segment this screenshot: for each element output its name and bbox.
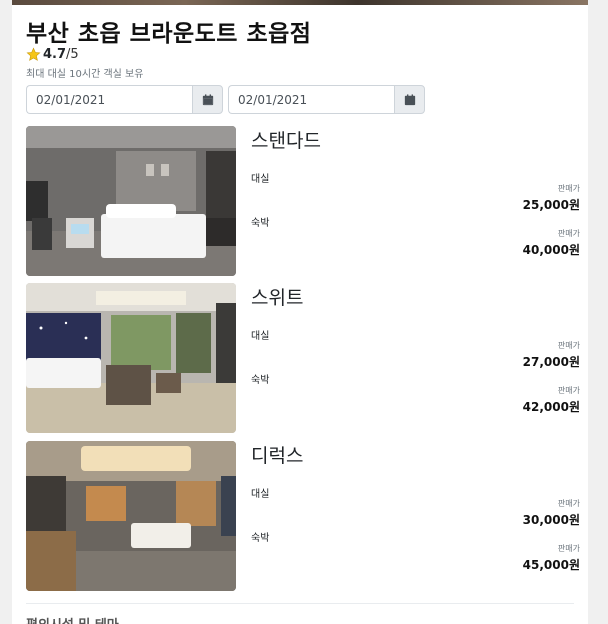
checkin-date-input[interactable]	[26, 85, 192, 114]
room-photo-deluxe[interactable]	[26, 441, 236, 591]
price-night: 45,000원	[522, 558, 580, 572]
stay-type-day: 대실	[251, 489, 270, 500]
price-label: 판매가	[557, 544, 580, 553]
price-night: 42,000원	[522, 400, 580, 414]
hero-image-edge	[12, 0, 588, 5]
checkout-date-input[interactable]	[228, 85, 394, 114]
stay-type-day: 대실	[251, 174, 270, 185]
room-name: 스위트	[251, 287, 304, 309]
room-photo-standard[interactable]	[26, 126, 236, 276]
price-day: 25,000원	[522, 198, 580, 212]
price-label: 판매가	[557, 386, 580, 395]
room-photo-suite[interactable]	[26, 283, 236, 433]
checkout-date-group	[228, 85, 425, 114]
price-day: 30,000원	[522, 513, 580, 527]
checkin-calendar-button[interactable]	[192, 85, 223, 114]
stay-type-day: 대실	[251, 331, 270, 342]
checkin-date-group	[26, 85, 223, 114]
hotel-detail-card: 부산 초읍 브라운도트 초읍점 4.7 /5 최대 대실 10시간 객실 보유	[12, 0, 588, 624]
room-card-suite[interactable]: 스위트 대실 판매가 27,000원 숙박 판매가 42,000원	[26, 283, 582, 433]
price-day: 27,000원	[522, 355, 580, 369]
stay-type-night: 숙박	[251, 375, 270, 386]
room-name: 스탠다드	[251, 130, 321, 152]
rating-score: 4.7	[43, 47, 67, 62]
price-label: 판매가	[557, 499, 580, 508]
room-card-standard[interactable]: 스탠다드 대실 판매가 25,000원 숙박 판매가 40,000원	[26, 126, 582, 276]
hotel-name: 부산 초읍 브라운도트 초읍점	[26, 21, 312, 47]
room-name: 디럭스	[251, 445, 304, 467]
calendar-icon	[202, 93, 213, 105]
price-label: 판매가	[557, 184, 580, 193]
amenities-section-title: 편의시설 및 테마	[26, 614, 119, 624]
stay-type-night: 숙박	[251, 533, 270, 544]
price-night: 40,000원	[522, 243, 580, 257]
price-label: 판매가	[557, 229, 580, 238]
calendar-icon	[404, 93, 415, 105]
price-label: 판매가	[557, 341, 580, 350]
rating: 4.7 /5	[26, 47, 79, 62]
section-divider	[26, 603, 574, 604]
room-card-deluxe[interactable]: 디럭스 대실 판매가 30,000원 숙박 판매가 45,000원	[26, 441, 582, 591]
stay-notice: 최대 대실 10시간 객실 보유	[26, 69, 144, 80]
rating-max: /5	[66, 47, 79, 62]
stay-type-night: 숙박	[251, 218, 270, 229]
checkout-calendar-button[interactable]	[394, 85, 425, 114]
star-icon	[26, 47, 41, 61]
